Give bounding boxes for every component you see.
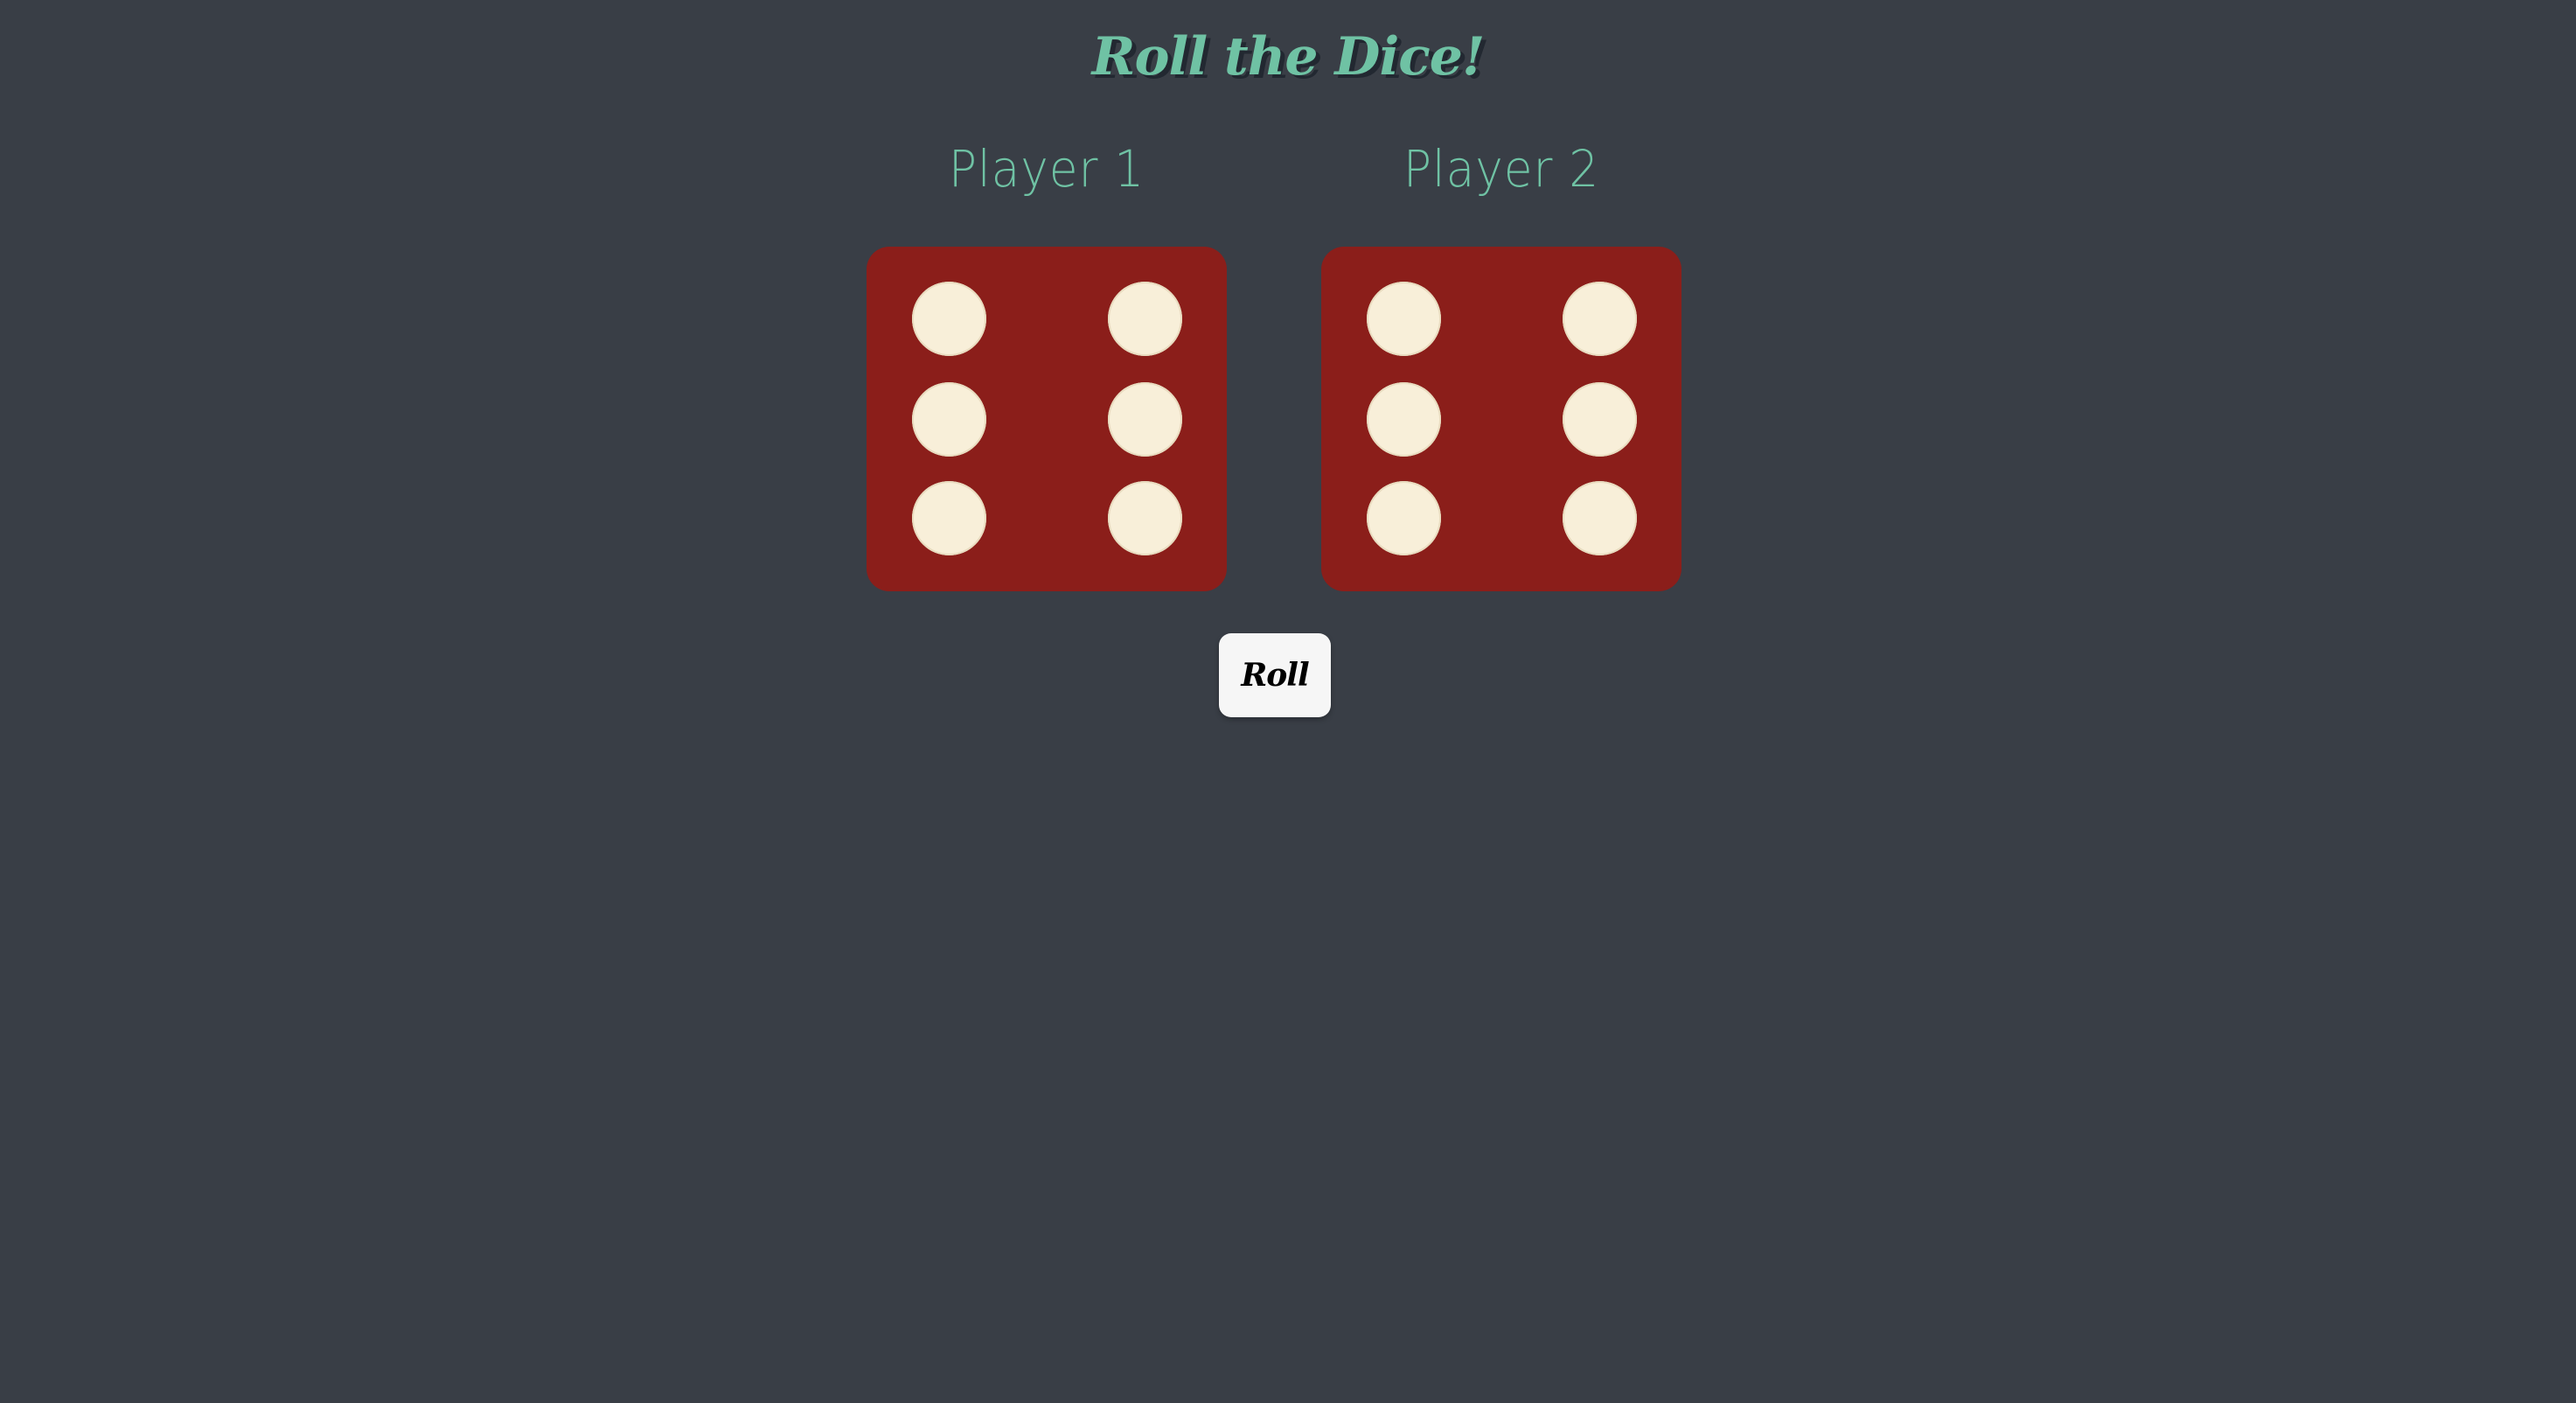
die-pip	[1563, 282, 1637, 356]
roll-button[interactable]: Roll	[1219, 633, 1331, 717]
die-pip	[1563, 481, 1637, 555]
page-title: Roll the Dice!	[1091, 26, 1486, 87]
player-1-name: Player 1	[948, 139, 1145, 199]
die-pip	[1108, 481, 1182, 555]
player-1-die	[867, 247, 1227, 591]
player-2-name: Player 2	[1403, 139, 1600, 199]
die-pip	[1367, 282, 1441, 356]
die-pip	[1367, 481, 1441, 555]
die-pip	[1108, 382, 1182, 457]
die-pip	[912, 282, 986, 356]
die-pip	[912, 481, 986, 555]
die-pip	[1108, 282, 1182, 356]
die-pip	[912, 382, 986, 457]
player-2-die	[1321, 247, 1681, 591]
die-pip	[1563, 382, 1637, 457]
die-pip	[1367, 382, 1441, 457]
